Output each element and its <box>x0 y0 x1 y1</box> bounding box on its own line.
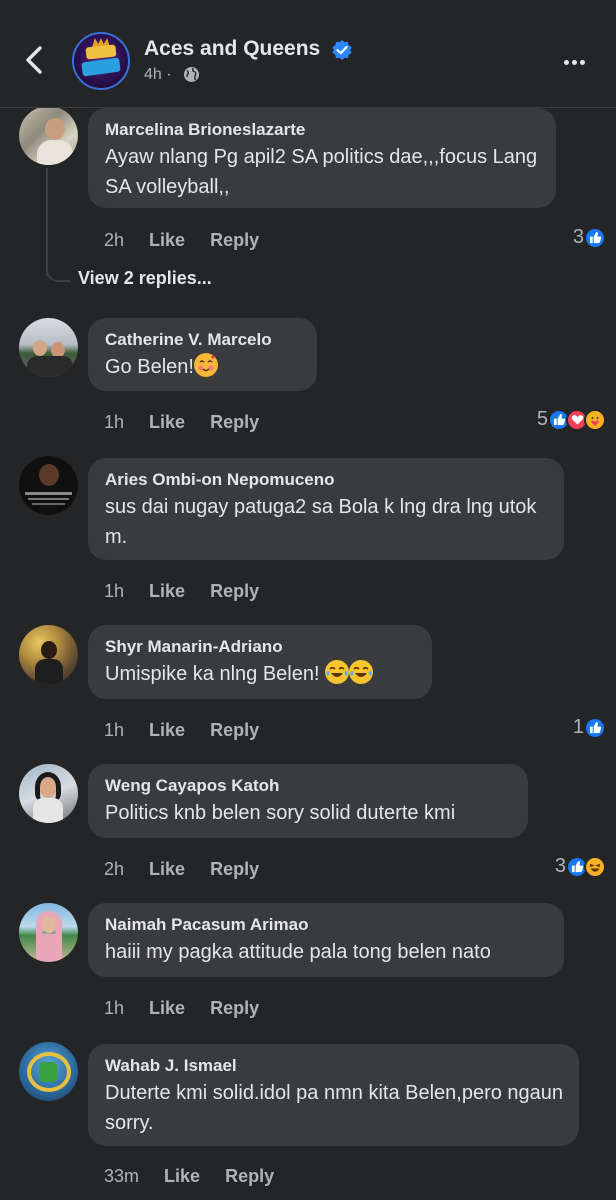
globe-icon <box>184 67 199 82</box>
comment-text: Politics knb belen sory solid duterte km… <box>105 802 456 824</box>
reply-button[interactable]: Reply <box>210 230 259 250</box>
care-icon <box>584 408 606 431</box>
comment-text: Ayaw nlang Pg apil2 SA politics dae,,,fo… <box>105 146 538 198</box>
reaction-summary[interactable]: 3 <box>555 855 606 878</box>
comment-time[interactable]: 2h <box>104 859 124 879</box>
comment-author[interactable]: Weng Cayapos Katoh <box>105 774 512 798</box>
comment-author[interactable]: Catherine V. Marcelo <box>105 328 301 352</box>
comment-actions: 33m Like Reply <box>104 1166 294 1187</box>
comment-text: Umispike ka nlng Belen! <box>105 659 416 689</box>
reaction-count: 1 <box>572 716 584 738</box>
reaction-count: 3 <box>554 855 566 877</box>
tears-of-joy-emoji <box>325 660 350 684</box>
comment-text: haiii my pagka attitude pala tong belen … <box>105 941 491 963</box>
comment-text: sus dai nugay patuga2 sa Bola k lng dra … <box>105 496 537 548</box>
comment-text: Go Belen! <box>105 352 301 382</box>
comment-time[interactable]: 1h <box>104 998 124 1018</box>
comment-time[interactable]: 1h <box>104 720 124 740</box>
reaction-count: 5 <box>536 408 548 430</box>
comment-author[interactable]: Wahab J. Ismael <box>105 1054 563 1078</box>
like-icon <box>584 226 606 249</box>
comment-author[interactable]: Aries Ombi-on Nepomuceno <box>105 468 548 492</box>
separator-dot: · <box>166 66 172 83</box>
comment-time[interactable]: 2h <box>104 230 124 250</box>
back-arrow-icon[interactable] <box>20 42 50 78</box>
post-time: 4h <box>144 66 162 83</box>
commenter-avatar[interactable] <box>19 625 78 684</box>
comment-bubble: Catherine V. Marcelo Go Belen! <box>88 318 317 391</box>
comment-actions: 2h Like Reply <box>104 859 279 880</box>
commenter-avatar[interactable] <box>19 318 78 377</box>
comment-bubble: Wahab J. Ismael Duterte kmi solid.idol p… <box>88 1044 579 1146</box>
comment-time[interactable]: 1h <box>104 412 124 432</box>
comment-bubble: Aries Ombi-on Nepomuceno sus dai nugay p… <box>88 458 564 560</box>
thread-line-curve <box>46 260 70 282</box>
reply-button[interactable]: Reply <box>210 581 259 601</box>
comment-bubble: Weng Cayapos Katoh Politics knb belen so… <box>88 764 528 838</box>
comment-actions: 1h Like Reply <box>104 581 279 602</box>
comment-author[interactable]: Naimah Pacasum Arimao <box>105 913 548 937</box>
post-header: Aces and Queens 4h · <box>0 0 616 108</box>
comment-author[interactable]: Marcelina Brioneslazarte <box>105 118 540 142</box>
commenter-avatar[interactable] <box>19 106 78 165</box>
reaction-count: 3 <box>572 226 584 248</box>
comment-bubble: Shyr Manarin-Adriano Umispike ka nlng Be… <box>88 625 432 699</box>
comment-actions: 2h Like Reply <box>104 230 279 251</box>
like-icon <box>584 716 606 739</box>
comment-actions: 1h Like Reply <box>104 998 279 1019</box>
comment-time[interactable]: 33m <box>104 1166 139 1186</box>
reaction-summary[interactable]: 5 <box>537 408 606 431</box>
page-avatar[interactable] <box>72 32 130 90</box>
comment-author[interactable]: Shyr Manarin-Adriano <box>105 635 416 659</box>
reply-button[interactable]: Reply <box>225 1166 274 1186</box>
comment-bubble: Naimah Pacasum Arimao haiii my pagka att… <box>88 903 564 977</box>
reply-button[interactable]: Reply <box>210 720 259 740</box>
view-replies-link[interactable]: View 2 replies... <box>78 268 212 289</box>
haha-icon <box>584 855 606 878</box>
page-name[interactable]: Aces and Queens <box>144 37 320 61</box>
comment-text-content: Go Belen! <box>105 356 194 378</box>
reply-button[interactable]: Reply <box>210 412 259 432</box>
reply-button[interactable]: Reply <box>210 859 259 879</box>
tears-of-joy-emoji <box>349 660 374 684</box>
like-button[interactable]: Like <box>164 1166 200 1186</box>
verified-badge-icon <box>332 40 352 60</box>
like-button[interactable]: Like <box>149 412 185 432</box>
reaction-summary[interactable]: 1 <box>573 716 606 739</box>
comment-text-content: Umispike ka nlng Belen! <box>105 663 320 685</box>
like-button[interactable]: Like <box>149 859 185 879</box>
like-button[interactable]: Like <box>149 230 185 250</box>
smiling-hearts-emoji <box>193 353 218 377</box>
comment-actions: 1h Like Reply <box>104 412 279 433</box>
reaction-summary[interactable]: 3 <box>573 226 606 249</box>
commenter-avatar[interactable] <box>19 456 78 515</box>
reply-button[interactable]: Reply <box>210 998 259 1018</box>
commenter-avatar[interactable] <box>19 903 78 962</box>
like-button[interactable]: Like <box>149 998 185 1018</box>
more-options-icon[interactable] <box>564 52 596 68</box>
comment-bubble: Marcelina Brioneslazarte Ayaw nlang Pg a… <box>88 108 556 208</box>
like-button[interactable]: Like <box>149 720 185 740</box>
post-meta: 4h · <box>144 66 172 84</box>
commenter-avatar[interactable] <box>19 1042 78 1101</box>
like-button[interactable]: Like <box>149 581 185 601</box>
commenter-avatar[interactable] <box>19 764 78 823</box>
comment-time[interactable]: 1h <box>104 581 124 601</box>
comment-text: Duterte kmi solid.idol pa nmn kita Belen… <box>105 1082 564 1134</box>
comment-actions: 1h Like Reply <box>104 720 279 741</box>
